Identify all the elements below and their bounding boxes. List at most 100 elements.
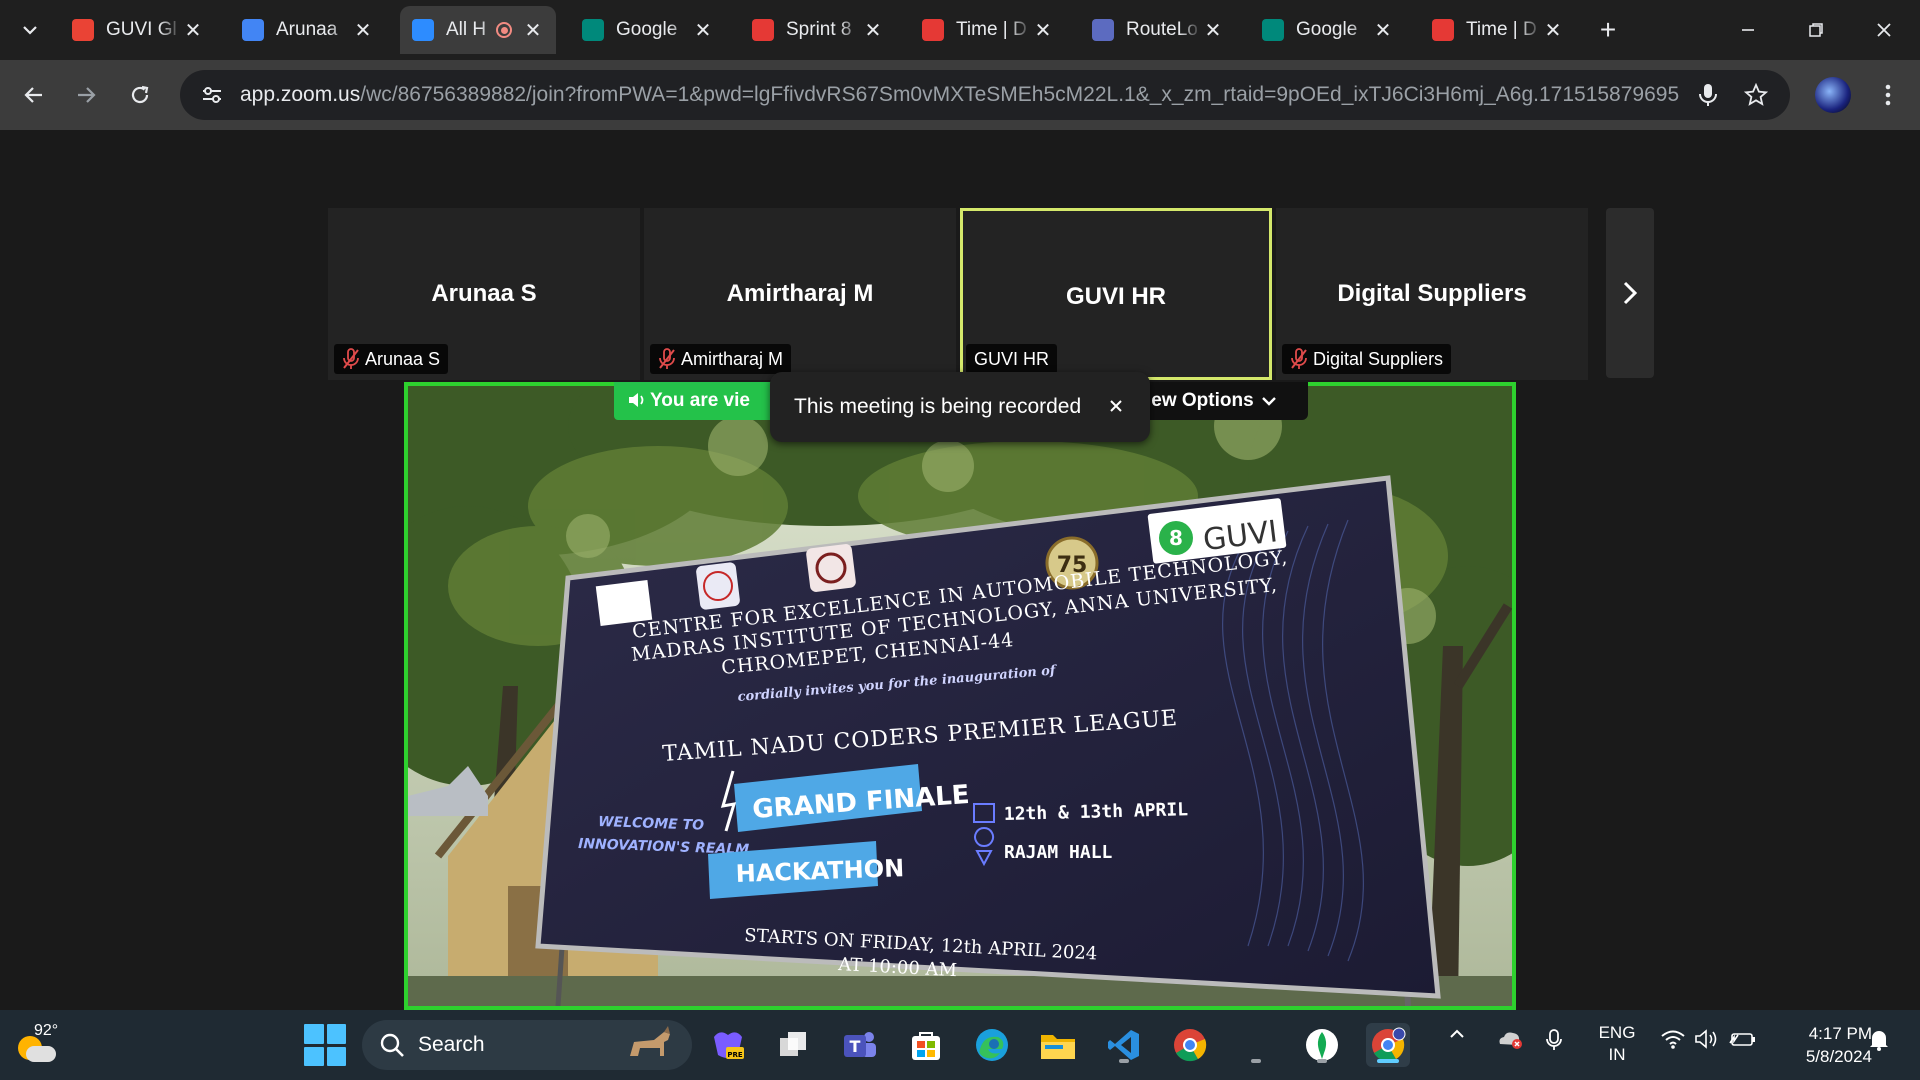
view-options-button[interactable]: iew Options [1140, 382, 1308, 420]
close-tab-icon[interactable]: ✕ [1202, 19, 1224, 42]
profile-avatar[interactable] [1815, 77, 1851, 113]
bookmark-star-button[interactable] [1736, 75, 1776, 115]
close-tab-icon[interactable]: ✕ [1542, 19, 1564, 42]
app-icon [1432, 19, 1454, 41]
back-button[interactable] [14, 75, 54, 115]
chevron-down-icon [23, 26, 37, 35]
banner-scene: 8 GUVI 75 CENTRE FOR EXCELLENCE IN AUTOM… [408, 386, 1512, 1006]
restore-button[interactable] [1782, 0, 1850, 60]
browser-tab[interactable]: RouteLo ✕ [1080, 6, 1236, 54]
chrome-active-indicator [1377, 1059, 1399, 1063]
volume-icon [1695, 1029, 1717, 1049]
close-tab-icon[interactable]: ✕ [182, 19, 204, 42]
new-tab-button[interactable]: + [1590, 12, 1626, 48]
tab-title: RouteLo [1126, 19, 1198, 40]
forward-button[interactable] [66, 75, 106, 115]
browser-tab[interactable]: Arunaa ✕ [230, 6, 386, 54]
shared-video: 8 GUVI 75 CENTRE FOR EXCELLENCE IN AUTOM… [404, 382, 1516, 1010]
vscode-button[interactable] [1102, 1023, 1146, 1067]
participant-tag: Digital Suppliers [1282, 344, 1452, 374]
participant-tag: Amirtharaj M [650, 344, 792, 374]
banner-hackathon: HACKATHON [735, 854, 904, 888]
onedrive-button[interactable] [1496, 1028, 1524, 1050]
app-running-indicator [1251, 1059, 1261, 1063]
close-tab-icon[interactable]: ✕ [1032, 19, 1054, 42]
teams-button[interactable]: T [838, 1023, 882, 1067]
app-icon [922, 19, 944, 41]
browser-tab[interactable]: Google ✕ [1250, 6, 1406, 54]
view-options-label: iew Options [1146, 390, 1254, 411]
region-code: IN [1608, 1045, 1626, 1064]
start-button[interactable] [304, 1024, 346, 1066]
mongodb-compass-button[interactable] [1300, 1023, 1344, 1067]
language-code: ENG [1598, 1023, 1636, 1042]
system-clock[interactable]: 4:17 PM 5/8/2024 [1776, 1022, 1872, 1068]
viewing-indicator: You are vie [614, 382, 794, 420]
chrome-active-button[interactable] [1366, 1023, 1410, 1067]
reload-button[interactable] [120, 75, 160, 115]
close-tab-icon[interactable]: ✕ [862, 19, 884, 42]
participant-name: GUVI HR [1065, 283, 1166, 310]
viewing-label: You are vie [650, 390, 750, 411]
edge-button[interactable] [970, 1023, 1014, 1067]
site-info-icon[interactable] [190, 77, 234, 113]
participant-tag-label: Amirtharaj M [681, 348, 784, 369]
chrome-button[interactable] [1168, 1023, 1212, 1067]
participant-tile[interactable]: GUVI HR GUVI HR [960, 208, 1272, 380]
close-tab-icon[interactable]: ✕ [1372, 19, 1394, 42]
store-button[interactable] [904, 1023, 948, 1067]
browser-menu-button[interactable] [1870, 75, 1906, 115]
mongodb-icon [1306, 1029, 1338, 1061]
close-window-button[interactable] [1850, 0, 1918, 60]
browser-tab[interactable]: Time | D ✕ [1420, 6, 1576, 54]
svg-text:T: T [850, 1037, 861, 1056]
vscode-running-indicator [1119, 1059, 1129, 1063]
task-view-button[interactable] [772, 1023, 816, 1067]
close-tab-icon[interactable]: ✕ [522, 19, 544, 42]
microphone-tray-button[interactable] [1546, 1028, 1562, 1052]
browser-tab[interactable]: GUVI Gl ✕ [60, 6, 216, 54]
participant-tile[interactable]: Arunaa S Arunaa S [328, 208, 640, 380]
browser-tab[interactable]: Sprint 8 ✕ [740, 6, 896, 54]
input-language-indicator[interactable]: ENG IN [1596, 1022, 1638, 1066]
edge-icon [976, 1029, 1008, 1061]
recording-notice-close-button[interactable] [1108, 394, 1124, 420]
tab-title: Arunaa [276, 19, 338, 40]
minimize-button[interactable] [1714, 0, 1782, 60]
institution-logo-2 [696, 562, 740, 610]
participant-tile[interactable]: Amirtharaj M Amirtharaj M [644, 208, 956, 380]
app-button[interactable] [1234, 1023, 1278, 1067]
chevron-right-icon [1623, 281, 1638, 305]
windows-taskbar: 92° Search PRE T ENG IN 4:17 PM 5/8/2024 [0, 1010, 1920, 1080]
weather-widget[interactable]: 92° [12, 1022, 72, 1070]
browser-tab[interactable]: Google ✕ [570, 6, 726, 54]
restore-icon [1809, 23, 1823, 37]
svg-text:PRE: PRE [727, 1051, 743, 1059]
next-participants-button[interactable] [1606, 208, 1654, 378]
file-explorer-button[interactable] [1036, 1023, 1080, 1067]
show-hidden-icons-button[interactable] [1448, 1028, 1466, 1040]
tab-title: Sprint 8 [786, 19, 852, 40]
close-icon [1877, 23, 1891, 37]
close-tab-icon[interactable]: ✕ [352, 19, 374, 42]
quick-settings-button[interactable] [1660, 1028, 1756, 1050]
mic-muted-icon [1291, 348, 1307, 369]
tab-search-button[interactable] [10, 10, 50, 50]
close-tab-icon[interactable]: ✕ [692, 19, 714, 42]
microphone-button[interactable] [1688, 75, 1728, 115]
participant-tile[interactable]: Digital Suppliers Digital Suppliers [1276, 208, 1588, 380]
url-host: app.zoom.us [240, 83, 361, 106]
zoom-icon [412, 19, 434, 41]
address-bar[interactable]: app.zoom.us/wc/86756389882/join?fromPWA=… [180, 70, 1790, 120]
notifications-button[interactable] [1868, 1028, 1890, 1052]
copilot-button[interactable]: PRE [706, 1023, 750, 1067]
url-text[interactable]: app.zoom.us/wc/86756389882/join?fromPWA=… [240, 83, 1680, 107]
cloud-error-icon [1499, 1032, 1522, 1049]
browser-tab[interactable]: All H ✕ [400, 6, 556, 54]
store-icon [912, 1032, 940, 1060]
tab-title: Time | D [956, 19, 1027, 40]
url-path: /wc/86756389882/join?fromPWA=1&pwd=lgFfi… [360, 83, 1680, 106]
taskbar-search[interactable]: Search [362, 1020, 692, 1070]
browser-tab[interactable]: Time | D ✕ [910, 6, 1066, 54]
battery-charging-icon [1729, 1033, 1755, 1046]
